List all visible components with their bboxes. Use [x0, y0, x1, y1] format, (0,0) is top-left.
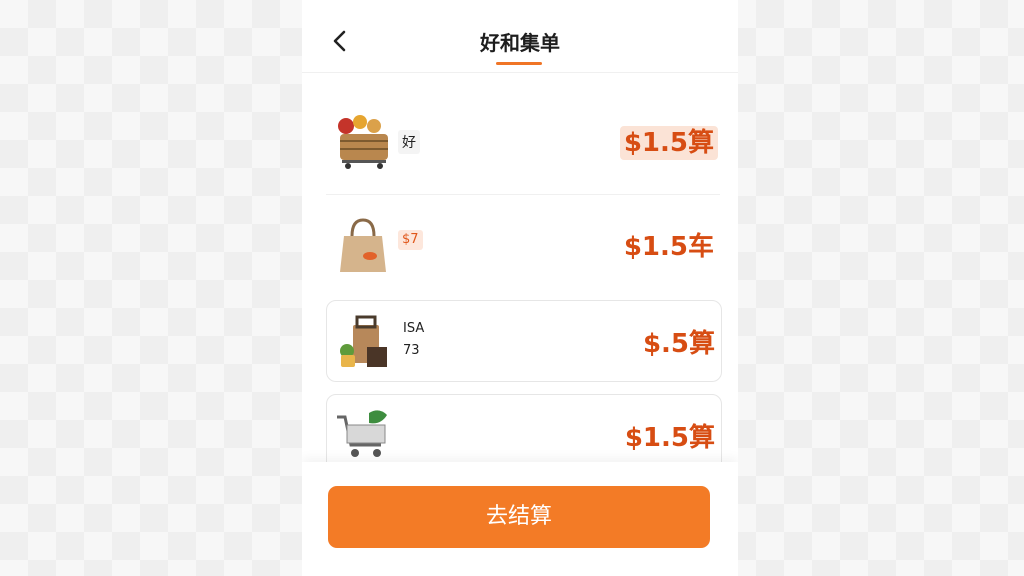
item-price: $1.5算	[619, 126, 718, 160]
checkout-bar: 去结算	[302, 462, 738, 576]
cart-item[interactable]: $7 $1.5车	[326, 204, 720, 282]
cart-icon	[333, 405, 395, 467]
basket-icon	[332, 108, 394, 170]
box-icon	[333, 311, 395, 373]
page-title: 好和集单	[480, 31, 560, 55]
item-price: $1.5算	[624, 423, 715, 453]
cart-item[interactable]: ISA 73 $.5算	[326, 300, 722, 382]
item-tag: ISA	[403, 321, 425, 336]
item-tag: 73	[403, 343, 420, 358]
phone-screen: 好和集单 好 $1.5算 $7 $1.5车 ISA 73 $.5算 $1.5算 …	[302, 0, 738, 576]
header-bar: 好和集单	[302, 0, 738, 73]
bag-icon	[332, 212, 394, 274]
title-underline	[496, 62, 542, 65]
item-price: $.5算	[642, 329, 715, 359]
item-price: $1.5车	[623, 232, 714, 262]
cart-item[interactable]: 好 $1.5算	[326, 100, 720, 195]
checkout-button[interactable]: 去结算	[328, 486, 710, 548]
item-tag: $7	[398, 230, 423, 250]
item-tag: 好	[398, 130, 420, 154]
